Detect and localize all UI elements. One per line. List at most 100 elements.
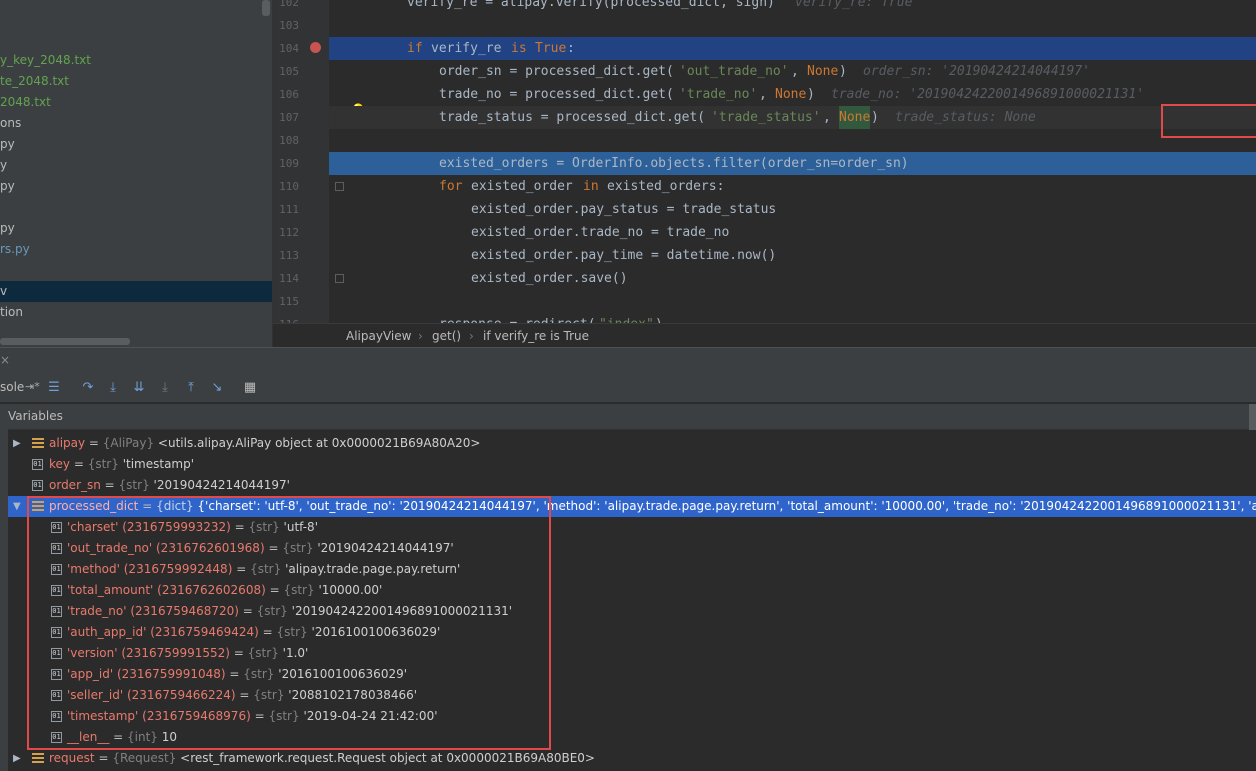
annotation-highlight-box xyxy=(27,496,551,750)
line-number: 115 xyxy=(279,295,299,308)
console-tab-label[interactable]: sole xyxy=(0,380,24,394)
step-into-icon[interactable]: ⤓ xyxy=(104,379,122,397)
code-text: , xyxy=(791,64,807,79)
code-line-107[interactable]: trade_status = processed_dict.get( 'trad… xyxy=(329,106,1256,129)
variable-type: {Request} xyxy=(112,751,177,765)
code-line-112[interactable]: existed_order.trade_no = trade_no xyxy=(329,221,1256,244)
code-text: , xyxy=(823,110,839,125)
line-number: 112 xyxy=(279,226,299,239)
inline-debug-value: trade_status: None xyxy=(895,110,1036,125)
breadcrumb-separator: › xyxy=(469,329,474,343)
code-line-102[interactable]: verify_re = alipay.verify(processed_dict… xyxy=(329,0,1256,14)
variable-type: {str} xyxy=(118,478,150,492)
breadcrumb-item[interactable]: AlipayView xyxy=(346,324,411,347)
debug-side-strip xyxy=(0,429,8,771)
project-file[interactable]: rs.py xyxy=(0,239,30,260)
code-line-106[interactable]: trade_no = processed_dict.get( 'trade_no… xyxy=(329,83,1256,106)
project-file[interactable]: y_key_2048.txt xyxy=(0,50,91,71)
code-line-113[interactable]: existed_order.pay_time = datetime.now() xyxy=(329,244,1256,267)
variable-row[interactable]: ▶ request = {Request} <rest_framework.re… xyxy=(8,748,1256,769)
breadcrumb-item[interactable]: get() xyxy=(432,324,461,347)
line-number: 108 xyxy=(279,134,299,147)
project-file[interactable]: te_2048.txt xyxy=(0,71,69,92)
variable-value: <utils.alipay.AliPay object at 0x0000021… xyxy=(157,436,481,450)
line-number: 109 xyxy=(279,157,299,170)
equals-sign: = xyxy=(100,478,119,492)
code-line-105[interactable]: order_sn = processed_dict.get( 'out_trad… xyxy=(329,60,1256,83)
object-variable-icon xyxy=(32,753,44,764)
line-number: 110 xyxy=(279,180,299,193)
expand-arrow-icon[interactable]: ▶ xyxy=(13,748,21,769)
project-file[interactable]: py xyxy=(0,218,15,239)
keyword: True xyxy=(535,41,567,56)
breadcrumb-separator: › xyxy=(418,329,423,343)
code-line-109[interactable]: existed_orders = OrderInfo.objects.filte… xyxy=(329,152,1256,175)
pin-tab-icon[interactable]: ⇥* xyxy=(25,380,40,393)
run-to-cursor-icon[interactable]: ↘ xyxy=(208,379,226,397)
string-literal: 'trade_status' xyxy=(711,110,821,125)
variable-value: 'timestamp' xyxy=(122,457,195,471)
project-file-selected[interactable]: v xyxy=(0,281,7,302)
variable-type: {AliPay} xyxy=(102,436,155,450)
project-hscrollbar[interactable] xyxy=(0,338,130,345)
code-text: trade_status = processed_dict.get( xyxy=(439,110,706,125)
code-text: existed_order.pay_time = datetime.now() xyxy=(471,248,777,263)
line-number: 113 xyxy=(279,249,299,262)
code-text: existed_order.trade_no = trade_no xyxy=(471,225,730,240)
close-icon[interactable]: × xyxy=(0,353,10,367)
step-over-icon[interactable]: ↷ xyxy=(79,379,97,397)
force-step-into-icon[interactable]: ⤓ xyxy=(156,379,174,397)
project-file[interactable]: py xyxy=(0,176,15,197)
collapse-arrow-icon[interactable]: ▼ xyxy=(13,496,21,517)
variable-line: request = {Request} <rest_framework.requ… xyxy=(49,748,595,769)
code-line-114[interactable]: existed_order.save() xyxy=(329,267,1256,290)
line-number: 111 xyxy=(279,203,299,216)
debug-tool-header: × xyxy=(0,347,1256,375)
code-text: verify_re = alipay.verify(processed_dict… xyxy=(407,0,775,10)
show-execution-point-icon[interactable]: ☰ xyxy=(45,379,63,397)
variable-line: order_sn = {str} '20190424214044197' xyxy=(49,475,290,496)
variable-row[interactable]: 01 order_sn = {str} '20190424214044197' xyxy=(8,475,1256,496)
line-number: 102 xyxy=(279,0,299,9)
code-text: ) xyxy=(871,110,879,125)
line-number: 114 xyxy=(279,272,299,285)
variable-name: order_sn xyxy=(49,478,101,492)
code-line-111[interactable]: existed_order.pay_status = trade_status xyxy=(329,198,1256,221)
line-number: 106 xyxy=(279,88,299,101)
step-into-my-code-icon[interactable]: ⇊ xyxy=(130,379,148,397)
project-file[interactable]: tion xyxy=(0,302,23,323)
object-variable-icon xyxy=(32,438,44,449)
project-scrollbar[interactable] xyxy=(262,0,270,16)
code-editor[interactable]: 102 103 104 105 106 107 108 109 110 111 … xyxy=(272,0,1256,347)
project-file[interactable]: 2048.txt xyxy=(0,92,51,113)
code-text: existed_order xyxy=(471,179,573,194)
project-file[interactable]: py xyxy=(0,134,15,155)
variable-line: alipay = {AliPay} <utils.alipay.AliPay o… xyxy=(49,433,480,454)
project-selected-row[interactable] xyxy=(0,281,272,302)
variables-title: Variables xyxy=(8,409,63,423)
variable-name: request xyxy=(49,751,95,765)
keyword: None xyxy=(807,64,839,79)
code-line-104[interactable]: if verify_re is True : xyxy=(329,37,1256,60)
inline-debug-value: order_sn: '20190424214044197' xyxy=(863,64,1090,79)
debug-toolbar: sole ⇥* ☰ ↷ ⤓ ⇊ ⤓ ⤒ ↘ ▦ xyxy=(0,374,1256,403)
variable-name: key xyxy=(49,457,71,471)
variable-row[interactable]: 01 key = {str} 'timestamp' xyxy=(8,454,1256,475)
line-number: 105 xyxy=(279,65,299,78)
breakpoint-icon[interactable] xyxy=(310,42,321,53)
line-number: 104 xyxy=(279,42,299,55)
string-literal: 'trade_no' xyxy=(679,87,758,102)
code-text: ) xyxy=(807,87,815,102)
evaluate-expression-icon[interactable]: ▦ xyxy=(241,379,259,397)
project-file[interactable]: y xyxy=(0,155,7,176)
code-text: existed_orders: xyxy=(607,179,725,194)
code-line-110[interactable]: for existed_order in existed_orders: xyxy=(329,175,1256,198)
expand-arrow-icon[interactable]: ▶ xyxy=(13,433,21,454)
breadcrumb-item[interactable]: if verify_re is True xyxy=(483,324,589,347)
variable-row[interactable]: ▶ alipay = {AliPay} <utils.alipay.AliPay… xyxy=(8,433,1256,454)
code-text: existed_orders = OrderInfo.objects.filte… xyxy=(439,156,909,171)
code-text: , xyxy=(759,87,775,102)
step-out-icon[interactable]: ⤒ xyxy=(182,379,200,397)
project-file[interactable]: ons xyxy=(0,113,21,134)
string-literal: 'out_trade_no' xyxy=(679,64,789,79)
